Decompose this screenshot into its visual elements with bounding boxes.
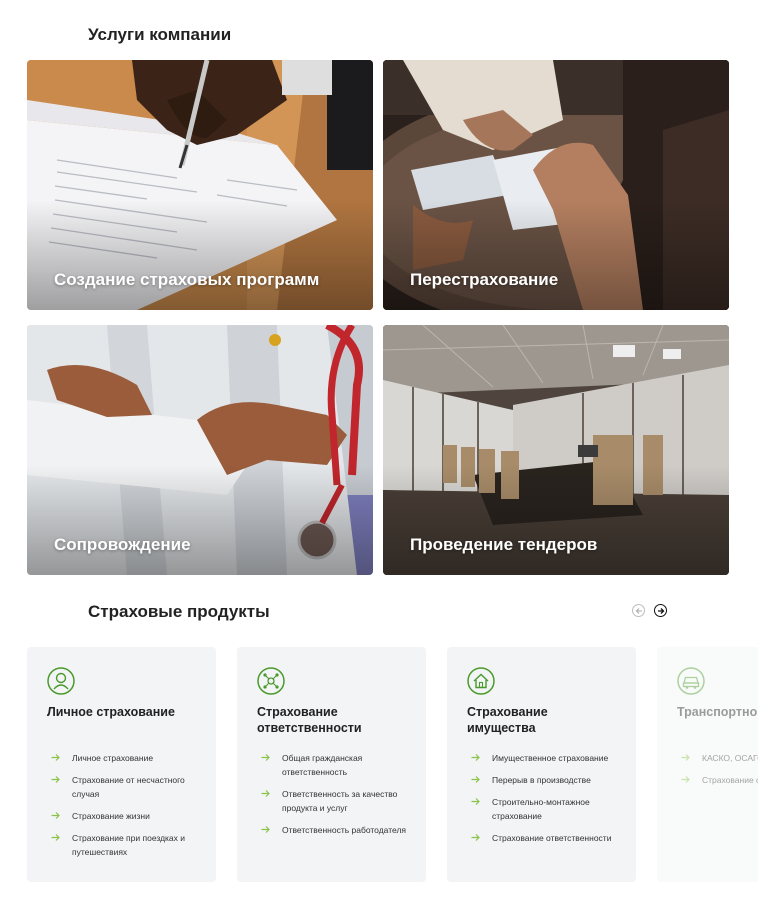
product-item[interactable]: Имущественное страхование <box>467 751 627 765</box>
product-items-list: Общая гражданская ответственность Ответс… <box>257 751 426 837</box>
service-tile-insurance-programs[interactable]: Создание страховых программ <box>27 60 373 310</box>
tile-label: Сопровождение <box>54 535 191 554</box>
arrow-right-icon <box>471 834 480 841</box>
car-icon <box>677 667 705 695</box>
arrow-right-icon <box>261 754 270 761</box>
product-item-label: Страхование при поездках и путешествиях <box>72 833 186 857</box>
product-item[interactable]: Страхование при поездках и путешествиях <box>47 831 207 859</box>
arrow-right-icon <box>51 812 60 819</box>
arrow-right-icon <box>51 754 60 761</box>
house-icon <box>467 667 495 695</box>
tile-label: Перестрахование <box>410 270 559 289</box>
product-item-label: Страхование ответственности <box>492 833 612 843</box>
carousel-next-button[interactable] <box>654 604 667 617</box>
product-card-title: Страхование имущества <box>467 705 548 735</box>
product-card-title: Страхование ответственности <box>257 705 362 735</box>
person-icon <box>47 667 75 695</box>
product-card-property[interactable]: Страхование имущества Имущественное стра… <box>447 647 636 882</box>
product-card-title: Личное страхование <box>47 705 175 719</box>
product-item-label: Ответственность за качество продукта и у… <box>282 789 398 813</box>
product-card-transport[interactable]: Транспортно страхование КАСКО, ОСАГО Стр… <box>657 647 758 882</box>
arrow-right-icon <box>51 834 60 841</box>
product-card-personal[interactable]: Личное страхование Личное страхование Ст… <box>27 647 216 882</box>
tile-shade <box>383 200 729 310</box>
arrow-right-icon <box>471 754 480 761</box>
product-items-list: Имущественное страхование Перерыв в прои… <box>467 751 636 845</box>
network-icon <box>257 667 285 695</box>
product-item[interactable]: Личное страхование <box>47 751 207 765</box>
services-section-title: Услуги компании <box>88 25 232 44</box>
tile-label: Проведение тендеров <box>410 535 598 554</box>
product-items-list: КАСКО, ОСАГО Страхование с случаев на тр… <box>677 751 758 787</box>
product-item-label: Личное страхование <box>72 753 154 763</box>
product-item-label: Имущественное страхование <box>492 753 609 763</box>
product-item[interactable]: Перерыв в производстве <box>467 773 627 787</box>
arrow-right-icon <box>681 776 690 783</box>
product-card-liability[interactable]: Страхование ответственности Общая гражда… <box>237 647 426 882</box>
carousel-prev-button[interactable] <box>632 604 645 617</box>
arrow-right-icon <box>261 790 270 797</box>
product-item[interactable]: Строительно-монтажное страхование <box>467 795 627 823</box>
arrow-right-icon <box>51 776 60 783</box>
product-item-label: Перерыв в производстве <box>492 775 591 785</box>
product-item-label: Страхование жизни <box>72 811 150 821</box>
product-item[interactable]: Общая гражданская ответственность <box>257 751 417 779</box>
product-item-label: Ответственность работодателя <box>282 825 407 835</box>
product-item[interactable]: Страхование от несчастного случая <box>47 773 207 801</box>
product-item-label: Страхование с случаев на тра <box>702 775 758 785</box>
product-item[interactable]: Страхование жизни <box>47 809 207 823</box>
product-item-label: Общая гражданская ответственность <box>282 753 363 777</box>
tile-shade <box>383 465 729 575</box>
tile-shade <box>27 200 373 310</box>
product-item-label: КАСКО, ОСАГО <box>702 753 758 763</box>
service-tile-reinsurance[interactable]: Перестрахование <box>383 60 729 310</box>
arrow-left-icon <box>635 607 642 614</box>
tile-shade <box>27 465 373 575</box>
products-section-title: Страховые продукты <box>88 602 270 621</box>
product-item[interactable]: Ответственность за качество продукта и у… <box>257 787 417 815</box>
product-item[interactable]: Ответственность работодателя <box>257 823 417 837</box>
product-item-label: Страхование от несчастного случая <box>72 775 185 799</box>
service-tile-support[interactable]: Сопровождение <box>27 325 373 575</box>
arrow-right-icon <box>471 776 480 783</box>
arrow-right-icon <box>261 826 270 833</box>
product-item-label: Строительно-монтажное страхование <box>492 797 590 821</box>
product-items-list: Личное страхование Страхование от несчас… <box>47 751 216 859</box>
service-tile-tenders[interactable]: Проведение тендеров <box>383 325 729 575</box>
product-item[interactable]: КАСКО, ОСАГО <box>677 751 758 765</box>
product-item[interactable]: Страхование ответственности <box>467 831 627 845</box>
tile-label: Создание страховых программ <box>54 270 320 289</box>
arrow-right-icon <box>471 798 480 805</box>
product-card-title: Транспортно страхование <box>677 705 758 719</box>
product-item[interactable]: Страхование с случаев на тра <box>677 773 758 787</box>
arrow-right-icon <box>681 754 690 761</box>
arrow-right-icon <box>657 607 664 614</box>
